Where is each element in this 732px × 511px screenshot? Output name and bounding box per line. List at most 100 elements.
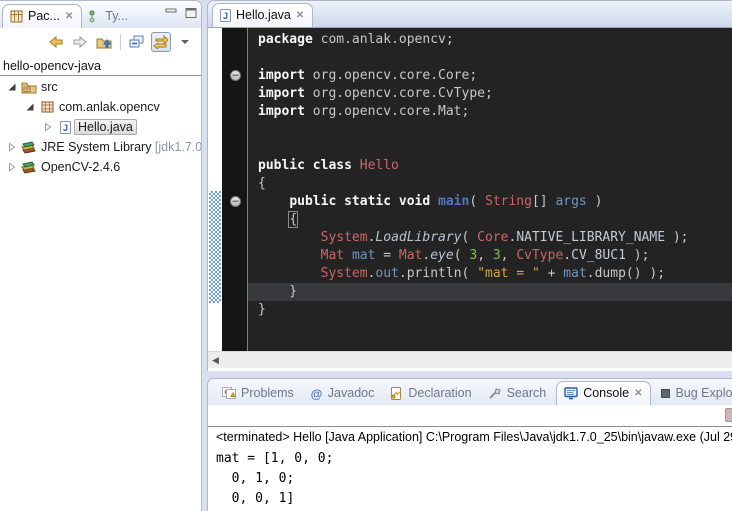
expand-arrow-icon[interactable]	[4, 162, 20, 172]
package-explorer-toolbar	[0, 28, 201, 56]
code-line[interactable]: import org.opencv.core.CvType;	[248, 85, 732, 103]
source-folder-icon	[20, 81, 38, 94]
console-output[interactable]: mat = [1, 0, 0; 0, 1, 0; 0, 0, 1]	[216, 447, 732, 509]
close-icon[interactable]: ✕	[65, 11, 73, 22]
tree-item-src[interactable]: src	[0, 77, 201, 97]
tab-label: Bug Explorer	[675, 386, 732, 400]
console-view: Problems @Javadoc Declaration Search Console…	[207, 378, 732, 511]
tab-package-explorer[interactable]: Pac... ✕	[2, 4, 82, 28]
tree-item-label: src	[38, 79, 61, 95]
fold-collapse-icon[interactable]: –	[230, 70, 241, 81]
svg-text:J: J	[62, 123, 67, 133]
code-line[interactable]: {	[248, 175, 732, 193]
code-line[interactable]: public static void main( String[] args )	[248, 193, 732, 211]
console-output-line: 0, 1, 0;	[216, 469, 732, 489]
view-menu-icon[interactable]	[175, 32, 195, 52]
link-with-editor-icon[interactable]	[151, 32, 171, 52]
code-line[interactable]: import org.opencv.core.Mat;	[248, 103, 732, 121]
tab-search[interactable]: Search	[482, 381, 553, 405]
go-up-icon[interactable]	[94, 32, 114, 52]
code-line[interactable]: import org.opencv.core.Core;	[248, 67, 732, 85]
tab-label: Ty...	[105, 9, 128, 23]
range-indicator	[209, 191, 221, 303]
left-view-tabbar: Pac... ✕ Ty...	[0, 1, 201, 28]
tab-label: Console	[583, 386, 629, 400]
code-line[interactable]: }	[248, 301, 732, 319]
tab-label: Problems	[241, 386, 294, 400]
tab-label: Pac...	[28, 9, 60, 23]
scroll-left-icon[interactable]: ◀	[212, 355, 219, 366]
code-line[interactable]	[248, 121, 732, 139]
svg-text:J: J	[223, 11, 228, 21]
library-icon	[20, 141, 38, 154]
toolbar-separator	[120, 34, 121, 50]
tree-item-label: com.anlak.opencv	[56, 99, 163, 115]
tab-console[interactable]: Console ✕	[556, 381, 651, 405]
tab-type-hierarchy[interactable]: Ty...	[82, 4, 134, 28]
collapse-arrow-icon[interactable]	[4, 82, 20, 92]
java-file-icon: J	[220, 9, 231, 22]
declaration-icon	[390, 387, 403, 400]
tree-item-jre[interactable]: JRE System Library [jdk1.7.0	[0, 137, 201, 157]
terminate-icon[interactable]	[725, 408, 732, 422]
maximize-icon[interactable]	[185, 8, 197, 18]
project-root-label[interactable]: hello-opencv-java	[0, 56, 201, 76]
tab-hello-java[interactable]: J Hello.java ✕	[212, 3, 313, 27]
forward-icon[interactable]	[70, 32, 90, 52]
tree-item-hello[interactable]: JHello.java	[0, 117, 201, 137]
fold-collapse-icon[interactable]: –	[230, 196, 241, 207]
package-explorer-icon	[10, 10, 23, 23]
search-icon	[488, 387, 502, 400]
close-icon[interactable]: ✕	[296, 10, 304, 21]
tab-problems[interactable]: Problems	[216, 381, 300, 405]
tab-label: Search	[507, 386, 547, 400]
javadoc-icon: @	[310, 387, 323, 400]
code-line[interactable]: }	[248, 283, 732, 301]
editor-body: –– package com.anlak.opencv; import org.…	[208, 28, 732, 351]
editor-tabbar: J Hello.java ✕	[208, 1, 732, 28]
expand-arrow-icon[interactable]	[4, 142, 20, 152]
tree-item-label: OpenCV-2.4.6	[38, 159, 123, 175]
code-line[interactable]: Mat mat = Mat.eye( 3, 3, CvType.CV_8UC1 …	[248, 247, 732, 265]
code-line[interactable]: System.LoadLibrary( Core.NATIVE_LIBRARY_…	[248, 229, 732, 247]
type-hierarchy-icon	[88, 10, 100, 23]
problems-icon	[222, 387, 236, 399]
code-line[interactable]: System.out.println( "mat = " + mat.dump(…	[248, 265, 732, 283]
collapse-all-icon[interactable]	[127, 32, 147, 52]
console-status-line: <terminated> Hello [Java Application] C:…	[216, 429, 732, 447]
tree-item-opencv-2[interactable]: OpenCV-2.4.6	[0, 157, 201, 177]
java-editor: J Hello.java ✕ –– package com.anlak.open…	[207, 0, 732, 371]
console-icon	[564, 387, 578, 400]
code-area[interactable]: package com.anlak.opencv; import org.ope…	[248, 28, 732, 351]
bottom-view-tabbar: Problems @Javadoc Declaration Search Console…	[208, 379, 732, 405]
annotation-ruler[interactable]	[208, 28, 222, 351]
tab-javadoc[interactable]: @Javadoc	[304, 381, 381, 405]
svg-text:@: @	[310, 387, 322, 400]
folding-gutter[interactable]: ––	[222, 28, 248, 351]
console-toolbar	[208, 405, 732, 426]
minimize-icon[interactable]	[165, 8, 177, 18]
tab-bug-explorer[interactable]: Bug Explorer	[655, 381, 732, 405]
editor-horizontal-scrollbar[interactable]: ◀	[208, 351, 732, 368]
java-file-icon: J	[56, 121, 74, 134]
collapse-arrow-icon[interactable]	[22, 102, 38, 112]
code-line[interactable]: package com.anlak.opencv;	[248, 31, 732, 49]
tab-declaration[interactable]: Declaration	[384, 381, 477, 405]
code-line[interactable]: public class Hello	[248, 157, 732, 175]
console-output-line: mat = [1, 0, 0;	[216, 449, 732, 469]
package-icon	[38, 101, 56, 113]
code-line[interactable]	[248, 139, 732, 157]
expand-arrow-icon[interactable]	[40, 122, 56, 132]
console-content: <terminated> Hello [Java Application] C:…	[208, 426, 732, 509]
close-icon[interactable]: ✕	[634, 388, 642, 399]
tab-label: Declaration	[408, 386, 471, 400]
tab-label: Hello.java	[236, 8, 291, 22]
project-tree: hello-opencv-java src com.anlak.opencv JHe…	[0, 56, 201, 177]
code-line[interactable]: {	[248, 211, 732, 229]
back-icon[interactable]	[46, 32, 66, 52]
tree-item-com[interactable]: com.anlak.opencv	[0, 97, 201, 117]
library-icon	[20, 161, 38, 174]
code-line[interactable]	[248, 49, 732, 67]
bug-square-icon	[661, 389, 670, 398]
console-output-line: 0, 0, 1]	[216, 489, 732, 509]
